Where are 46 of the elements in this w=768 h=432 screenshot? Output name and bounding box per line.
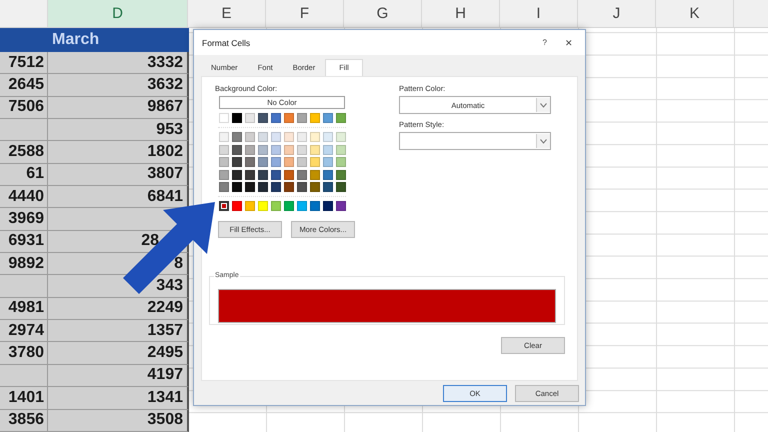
column-header[interactable]: H bbox=[422, 0, 500, 27]
chevron-down-icon bbox=[540, 102, 547, 108]
table-header: March bbox=[51, 30, 100, 50]
table-cell: 3508 bbox=[48, 410, 189, 432]
table-cell: 2249 bbox=[48, 298, 189, 320]
column-header[interactable]: E bbox=[188, 0, 266, 27]
column-header[interactable]: K bbox=[656, 0, 734, 27]
table-cell: 1802 bbox=[48, 141, 189, 164]
pattern-style-dropdown[interactable] bbox=[399, 132, 551, 150]
table-cell: 4981 bbox=[0, 298, 48, 320]
table-cell: 2645 bbox=[0, 74, 48, 97]
column-header[interactable]: F bbox=[266, 0, 344, 27]
table-cell: 7512 bbox=[0, 52, 48, 74]
table-cell: 4197 bbox=[48, 364, 189, 388]
column-header[interactable]: J bbox=[578, 0, 656, 27]
chevron-down-icon bbox=[540, 138, 547, 144]
table-cell: 1401 bbox=[0, 387, 48, 410]
close-button[interactable]: ✕ bbox=[565, 38, 573, 48]
table-cell: 3856 bbox=[0, 410, 48, 432]
table-cell: 1357 bbox=[48, 320, 189, 342]
column-header[interactable]: D bbox=[48, 0, 188, 27]
table-cell: 3780 bbox=[0, 342, 48, 365]
table-cell: 61 bbox=[0, 164, 48, 186]
table-cell: 9867 bbox=[48, 96, 189, 120]
table-cell: 3332 bbox=[48, 52, 189, 74]
table-cell: 9892 bbox=[0, 253, 48, 276]
table-cell: 2974 bbox=[0, 320, 48, 342]
table-cell: 4440 bbox=[0, 186, 48, 208]
table-cell: 3969 bbox=[0, 208, 48, 231]
table-cell: 2588 bbox=[0, 141, 48, 164]
column-header[interactable]: G bbox=[344, 0, 422, 27]
table-cell bbox=[0, 364, 48, 388]
column-header[interactable]: I bbox=[500, 0, 578, 27]
color-swatch[interactable] bbox=[219, 201, 229, 211]
table-cell: 953 bbox=[48, 119, 189, 142]
help-button[interactable]: ? bbox=[542, 38, 547, 47]
table-cell: 2495 bbox=[48, 342, 189, 365]
table-cell: 3807 bbox=[48, 164, 189, 186]
table-cell: 3632 bbox=[48, 74, 189, 97]
table-cell bbox=[0, 275, 48, 298]
window-title: Format Cells bbox=[202, 38, 252, 48]
table-cell: 1341 bbox=[48, 387, 189, 410]
table-cell bbox=[0, 119, 48, 142]
table-cell: 7506 bbox=[0, 96, 48, 120]
table-cell: 6841 bbox=[48, 186, 189, 208]
table-cell: 6931 bbox=[0, 230, 48, 254]
